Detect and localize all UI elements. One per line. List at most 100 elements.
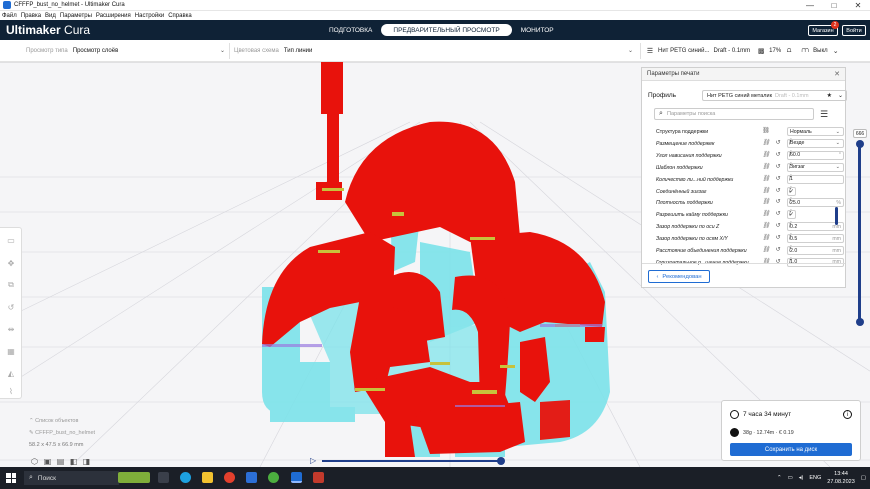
print-setup-selector[interactable]: ☰ Нит PETG синий... Draft - 0.1mm ▩ 17% … xyxy=(642,40,848,62)
open-file-icon[interactable]: ▭ xyxy=(6,235,16,245)
info-icon[interactable]: i xyxy=(843,410,852,419)
rotate-tool-icon[interactable]: ↺ xyxy=(6,302,16,312)
per-model-settings-icon[interactable]: ▦ xyxy=(6,346,16,356)
reset-icon[interactable]: ↺ xyxy=(772,222,784,229)
taskbar-clock[interactable]: 13:44 27.08.2023 xyxy=(827,470,855,486)
front-view-icon[interactable]: ▣ xyxy=(41,456,54,466)
minimize-button[interactable]: — xyxy=(798,0,822,11)
network-icon[interactable]: ▭ xyxy=(788,475,793,481)
play-icon[interactable]: ▷ xyxy=(310,456,318,465)
reset-icon[interactable]: ↺ xyxy=(772,163,784,170)
task-view-icon[interactable] xyxy=(158,472,169,483)
setting-input[interactable]: 60.0 ° xyxy=(787,150,844,160)
windows-start-icon[interactable] xyxy=(6,473,16,483)
reset-icon[interactable]: ↺ xyxy=(772,139,784,146)
link-icon[interactable]: ⛓ xyxy=(760,222,772,229)
search-icon: ⌕ xyxy=(659,110,663,117)
top-view-icon[interactable]: ▤ xyxy=(54,456,67,466)
mail-icon[interactable] xyxy=(246,472,257,483)
profile-name: Draft - 0.1mm xyxy=(713,48,751,54)
setting-checkbox[interactable]: ✓ xyxy=(787,186,796,196)
object-list-toggle[interactable]: ⌃ Список объектов xyxy=(29,418,78,424)
reset-icon[interactable]: ↺ xyxy=(772,198,784,205)
link-icon[interactable]: ⛓ xyxy=(760,187,772,194)
reset-icon[interactable]: ↺ xyxy=(772,187,784,194)
simulation-handle[interactable] xyxy=(497,457,505,465)
taskbar-search[interactable]: ⌕ Поиск xyxy=(24,471,119,485)
mirror-tool-icon[interactable]: ⇹ xyxy=(6,324,16,334)
link-icon[interactable]: ⛓ xyxy=(760,175,772,182)
layer-slider-track[interactable] xyxy=(858,143,861,323)
panel-scrollbar[interactable] xyxy=(835,207,838,225)
reset-icon[interactable]: ↺ xyxy=(772,175,784,182)
tab-preview[interactable]: ПРЕДВАРИТЕЛЬНЫЙ ПРОСМОТР xyxy=(381,24,512,36)
file-explorer-icon[interactable] xyxy=(202,472,213,483)
star-icon[interactable]: ★ xyxy=(827,92,832,99)
right-view-icon[interactable]: ◨ xyxy=(80,456,93,466)
setting-checkbox[interactable]: ✓ xyxy=(787,210,796,220)
volume-icon[interactable]: ◂) xyxy=(799,475,804,481)
tab-prepare[interactable]: ПОДГОТОВКА xyxy=(322,24,379,36)
link-icon[interactable]: ⛓ xyxy=(760,234,772,241)
simulation-track[interactable] xyxy=(322,460,500,462)
link-icon[interactable]: ⛓ xyxy=(760,139,772,146)
recommended-button[interactable]: ‹ Рекомендован xyxy=(648,270,710,283)
link-icon[interactable]: ⛓ xyxy=(760,127,772,134)
reset-icon[interactable]: ↺ xyxy=(772,151,784,158)
menu-file[interactable]: Файл xyxy=(2,13,17,19)
app-icon[interactable] xyxy=(313,472,324,483)
setting-select[interactable]: Везде ⌄ xyxy=(787,138,844,148)
notification-icon[interactable]: ▢ xyxy=(861,475,866,481)
app-icon[interactable] xyxy=(268,472,279,483)
color-scheme-select[interactable]: Цветовая схема Тип линии xyxy=(234,40,312,62)
link-icon[interactable]: ⛓ xyxy=(760,198,772,205)
weather-widget-icon[interactable] xyxy=(118,472,150,483)
chrome-browser-icon[interactable] xyxy=(224,472,235,483)
setting-select[interactable]: Нормаль ⌄ xyxy=(787,127,844,136)
sign-in-button[interactable]: Войти xyxy=(842,25,866,36)
custom-support-icon[interactable]: ⌇ xyxy=(6,386,16,396)
tray-overflow-icon[interactable]: ⌃ xyxy=(777,475,782,481)
object-item[interactable]: ✎ CFFFP_bust_no_helmet xyxy=(29,430,95,436)
material-estimate-value: 38g · 12.74m · € 0.19 xyxy=(743,429,794,436)
settings-search-input[interactable]: ⌕ Параметры поиска xyxy=(654,108,814,120)
reset-icon[interactable]: ↺ xyxy=(772,246,784,253)
layer-number-badge[interactable]: 666 xyxy=(853,129,867,138)
save-to-disk-button[interactable]: Сохранить на диск xyxy=(730,443,852,456)
layer-slider-top-handle[interactable] xyxy=(856,140,864,148)
tab-monitor[interactable]: МОНИТОР xyxy=(514,24,561,36)
setting-input[interactable]: 1 xyxy=(787,174,844,184)
cura-taskbar-icon[interactable] xyxy=(291,472,302,483)
3d-view-icon[interactable]: ⬡ xyxy=(28,456,41,466)
profile-select[interactable]: Нит PETG синий металик Draft - 0.1mm ★ ⌄ xyxy=(702,90,847,101)
menu-help[interactable]: Справка xyxy=(168,13,192,19)
menu-extensions[interactable]: Расширения xyxy=(96,13,131,19)
close-button[interactable]: ✕ xyxy=(846,0,870,11)
reset-icon[interactable]: ↺ xyxy=(772,234,784,241)
chevron-down-icon[interactable]: ⌄ xyxy=(220,47,225,54)
chevron-down-icon[interactable]: ⌄ xyxy=(628,47,633,54)
link-icon[interactable]: ⛓ xyxy=(760,163,772,170)
layer-slider-bottom-handle[interactable] xyxy=(856,318,864,326)
settings-visibility-menu-icon[interactable]: ☰ xyxy=(819,109,829,119)
move-tool-icon[interactable]: ✥ xyxy=(6,258,16,268)
menu-edit[interactable]: Правка xyxy=(21,13,41,19)
language-indicator[interactable]: ENG xyxy=(809,475,821,481)
menu-view[interactable]: Вид xyxy=(45,13,56,19)
menu-settings[interactable]: Параметры xyxy=(60,13,92,19)
maximize-button[interactable]: □ xyxy=(822,0,846,11)
edge-browser-icon[interactable] xyxy=(180,472,191,483)
close-icon[interactable]: ✕ xyxy=(834,70,840,78)
left-view-icon[interactable]: ◧ xyxy=(67,456,80,466)
menu-preferences[interactable]: Настройки xyxy=(135,13,164,19)
reset-icon[interactable]: ↺ xyxy=(772,210,784,217)
link-icon[interactable]: ⛓ xyxy=(760,210,772,217)
support-blocker-icon[interactable]: ◭ xyxy=(6,368,16,378)
link-icon[interactable]: ⛓ xyxy=(760,151,772,158)
scale-tool-icon[interactable]: ⧉ xyxy=(6,280,16,290)
setting-select[interactable]: Зигзаг ⌄ xyxy=(787,162,844,172)
setting-input[interactable]: 0.5 mm xyxy=(787,234,844,244)
setting-input[interactable]: 2.0 mm xyxy=(787,246,844,255)
view-type-select[interactable]: Просмотр типа Просмотр слоёв xyxy=(26,40,118,62)
link-icon[interactable]: ⛓ xyxy=(760,246,772,253)
